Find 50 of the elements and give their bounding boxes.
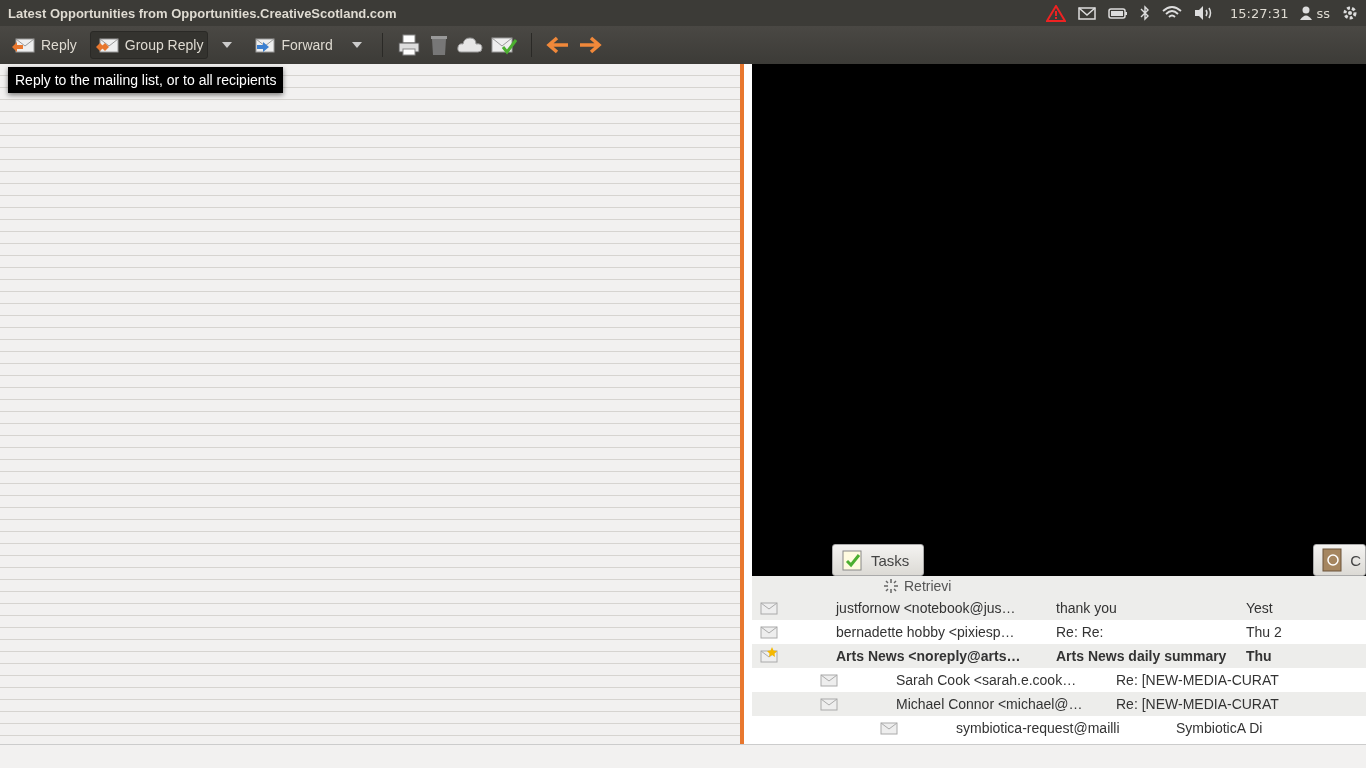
reply-button[interactable]: Reply — [6, 31, 82, 59]
mail-icon[interactable] — [1078, 6, 1097, 20]
subject-text: Re: [NEW-MEDIA-CURAT — [1116, 672, 1280, 688]
message-row[interactable]: Sarah Cook <sarah.e.cook… Re: [NEW-MEDIA-CURAT — [752, 668, 1366, 692]
reply-mail-icon — [94, 36, 119, 54]
sender-text: Sarah Cook <sarah.e.cook… — [896, 672, 1078, 688]
print-icon[interactable] — [396, 34, 421, 56]
message-row[interactable]: justfornow <notebook@jus… thank you Yest — [752, 596, 1366, 620]
mail-check-icon[interactable] — [490, 35, 517, 55]
warning-icon[interactable] — [1046, 4, 1067, 22]
contacts-button[interactable]: C — [1313, 544, 1366, 576]
dropdown-caret-icon[interactable] — [222, 42, 233, 48]
group-reply-button[interactable]: Group Reply — [89, 31, 209, 59]
sender-text: justfornow <notebook@jus… — [836, 600, 1017, 616]
date-text: Thu 2 — [1246, 624, 1282, 640]
sender-text: Arts News <noreply@arts… — [836, 648, 1022, 664]
subject-text: SymbioticA Di — [1176, 720, 1264, 736]
user-name[interactable]: ss — [1316, 5, 1330, 21]
cloud-icon[interactable] — [456, 35, 483, 55]
date-text: Thu — [1246, 648, 1272, 664]
status-text: Retrievi — [904, 578, 952, 594]
sender-text: bernadette hobby <pixiesp… — [836, 624, 1016, 640]
tasks-button[interactable]: Tasks — [832, 544, 925, 576]
date-text: Yest — [1246, 600, 1273, 616]
subject-text: thank you — [1056, 600, 1118, 616]
message-row[interactable]: Arts News <noreply@arts… Arts News daily summary Thu — [752, 644, 1366, 668]
subject-text: Re: Re: — [1056, 624, 1105, 640]
message-row[interactable]: symbiotica-request@mailli SymbioticA Di — [752, 716, 1366, 740]
wifi-icon[interactable] — [1162, 6, 1183, 20]
user-icon[interactable] — [1300, 6, 1313, 20]
tooltip: Reply to the mailing list, or to all recipients — [8, 67, 284, 93]
forward-button[interactable]: Forward — [246, 31, 338, 59]
clock[interactable]: 15:27:31 — [1230, 5, 1289, 21]
sender-text: symbiotica-request@mailli — [956, 720, 1121, 736]
address-book-icon — [1322, 548, 1343, 572]
message-row[interactable]: bernadette hobby <pixiesp… Re: Re: Thu 2 — [752, 620, 1366, 644]
window-title: Latest Opportunities from Opportunities.CreativeScotland.com — [8, 5, 397, 21]
sender-text: Michael Connor <michael@… — [896, 696, 1084, 712]
bluetooth-icon[interactable] — [1140, 5, 1151, 21]
forward-arrow-icon[interactable] — [577, 36, 602, 54]
reply-mail-icon — [11, 36, 35, 54]
message-row[interactable]: Michael Connor <michael@… Re: [NEW-MEDIA-CURAT — [752, 692, 1366, 716]
battery-icon[interactable] — [1108, 7, 1129, 19]
notepad-check-icon — [841, 549, 863, 571]
back-arrow-icon[interactable] — [545, 36, 570, 54]
subject-text: Arts News daily summary — [1056, 648, 1228, 664]
subject-text: Re: [NEW-MEDIA-CURAT — [1116, 696, 1280, 712]
trash-icon[interactable] — [428, 34, 449, 56]
spinner-icon — [884, 579, 898, 593]
dropdown-caret-icon[interactable] — [351, 42, 362, 48]
